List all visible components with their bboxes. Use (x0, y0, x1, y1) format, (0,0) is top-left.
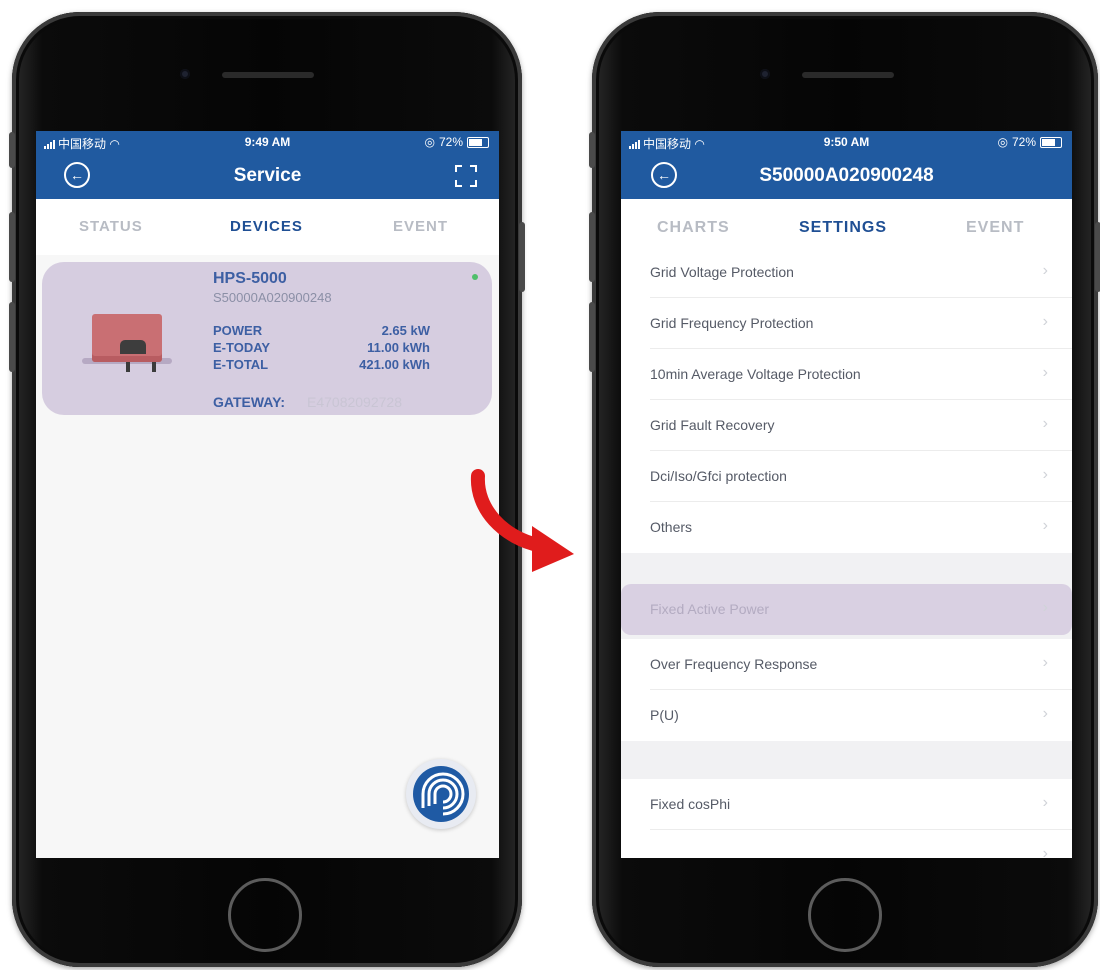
earpiece-speaker (222, 72, 314, 78)
setting-grid-fault-recovery[interactable]: Grid Fault Recovery › (621, 400, 1072, 451)
chevron-right-icon: › (1042, 415, 1048, 432)
front-camera (180, 69, 190, 79)
mute-switch (9, 132, 15, 168)
battery-icon (1040, 136, 1062, 148)
setting-over-frequency-response[interactable]: Over Frequency Response › (621, 639, 1072, 690)
setting-label: Grid Voltage Protection (650, 264, 794, 280)
online-status-dot (472, 274, 478, 280)
device-card[interactable]: HPS-5000 S50000A020900248 POWER 2.65 kW … (42, 262, 492, 415)
page-title: Service (233, 165, 302, 186)
tab-status[interactable]: STATUS (79, 218, 143, 235)
right-screen: 中国移动 ◠ 9:50 AM ◎ 72% ← S50000A020900248 … (621, 131, 1072, 858)
scan-icon[interactable] (455, 165, 477, 187)
transition-arrow-icon (470, 469, 574, 572)
setting-p-u[interactable]: P(U) › (621, 690, 1072, 741)
chevron-right-icon: › (1042, 517, 1048, 534)
navigation-bar: ← S50000A020900248 (621, 153, 1072, 199)
home-button[interactable] (808, 878, 882, 952)
setting-label: Fixed Active Power (650, 601, 770, 617)
power-value: 2.65 kW (381, 323, 430, 338)
setting-others[interactable]: Others › (621, 502, 1072, 553)
tab-bar: STATUS DEVICES EVENT (36, 199, 499, 255)
location-icon: ◎ (997, 135, 1008, 149)
setting-label: Dci/Iso/Gfci protection (650, 468, 787, 484)
tab-settings[interactable]: SETTINGS (799, 219, 887, 237)
setting-label: Others (650, 519, 693, 535)
battery-percent: 72% (438, 135, 463, 149)
device-model: HPS-5000 (213, 270, 287, 287)
chevron-right-icon: › (1042, 705, 1048, 722)
setting-dci-iso-gfci-protection[interactable]: Dci/Iso/Gfci protection › (621, 451, 1072, 502)
chevron-right-icon: › (1042, 466, 1048, 483)
setting-grid-voltage-protection[interactable]: Grid Voltage Protection › (621, 247, 1072, 298)
e-total-value: 421.00 kWh (359, 357, 430, 372)
front-camera (760, 69, 770, 79)
setting-label: 10min Average Voltage Protection (650, 366, 861, 382)
power-button (1095, 222, 1100, 292)
volume-down-button (589, 302, 595, 372)
chevron-right-icon: › (1042, 845, 1048, 858)
support-icon (421, 772, 465, 816)
location-icon: ◎ (424, 135, 435, 149)
group-divider (621, 741, 1072, 779)
chevron-right-icon: › (1042, 313, 1048, 330)
group-divider (621, 553, 1072, 584)
status-bar: 中国移动 ◠ 9:50 AM ◎ 72% (621, 131, 1072, 153)
volume-down-button (9, 302, 15, 372)
setting-partially-hidden[interactable]: › (621, 830, 1072, 858)
tab-event[interactable]: EVENT (393, 218, 448, 235)
gateway-value: E47082092728 (307, 394, 402, 410)
setting-label: Grid Frequency Protection (650, 315, 814, 331)
navigation-bar: ← Service (36, 153, 499, 199)
device-serial: S50000A020900248 (213, 290, 332, 305)
power-button (519, 222, 525, 292)
mute-switch (589, 132, 595, 168)
setting-label: P(U) (650, 707, 679, 723)
status-bar: 中国移动 ◠ 9:49 AM ◎ 72% (36, 131, 499, 153)
tab-devices[interactable]: DEVICES (230, 218, 303, 235)
setting-fixed-cosphi[interactable]: Fixed cosPhi › (621, 779, 1072, 830)
setting-label: Grid Fault Recovery (650, 417, 775, 433)
page-title: S50000A020900248 (759, 165, 934, 186)
e-today-label: E-TODAY (213, 340, 271, 355)
volume-up-button (9, 212, 15, 282)
chevron-right-icon: › (1042, 654, 1048, 671)
setting-grid-frequency-protection[interactable]: Grid Frequency Protection › (621, 298, 1072, 349)
help-fab-button[interactable] (406, 759, 476, 829)
tab-charts[interactable]: CHARTS (657, 219, 730, 237)
setting-10min-average-voltage-protection[interactable]: 10min Average Voltage Protection › (621, 349, 1072, 400)
e-total-label: E-TOTAL (213, 357, 269, 372)
battery-icon (467, 136, 489, 148)
power-label: POWER (213, 323, 263, 338)
setting-label: Over Frequency Response (650, 656, 818, 672)
home-button[interactable] (228, 878, 302, 952)
gateway-label: GATEWAY: (213, 394, 286, 410)
e-today-value: 11.00 kWh (367, 340, 430, 355)
tab-event[interactable]: EVENT (966, 219, 1024, 237)
setting-label: Fixed cosPhi (650, 796, 731, 812)
chevron-right-icon: › (1042, 794, 1048, 811)
volume-up-button (589, 212, 595, 282)
earpiece-speaker (802, 72, 894, 78)
left-screen: 中国移动 ◠ 9:49 AM ◎ 72% ← Service STATUS DE… (36, 131, 499, 858)
setting-fixed-active-power[interactable]: Fixed Active Power › (621, 584, 1072, 635)
chevron-right-icon: › (1042, 599, 1048, 616)
battery-percent: 72% (1011, 135, 1036, 149)
inverter-image (92, 314, 162, 362)
chevron-right-icon: › (1042, 262, 1048, 279)
chevron-right-icon: › (1042, 364, 1048, 381)
inverter-connector (120, 340, 146, 354)
